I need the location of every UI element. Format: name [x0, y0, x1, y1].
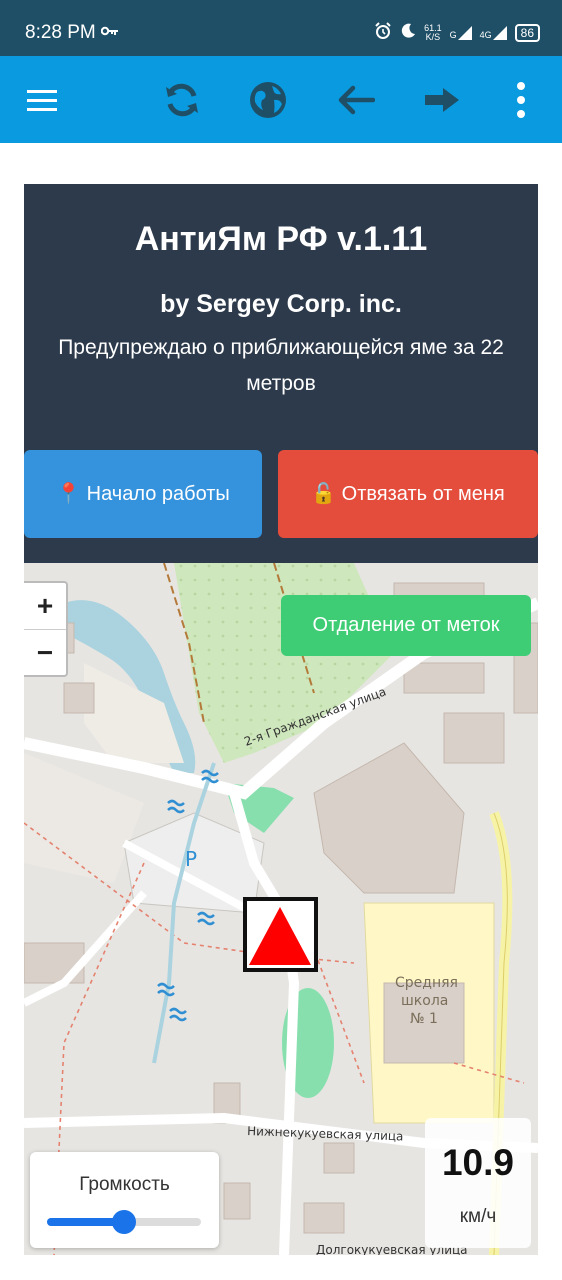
- app-title: АнтиЯм РФ v.1.11: [134, 220, 428, 258]
- refresh-icon[interactable]: [160, 78, 204, 122]
- parking-label: P: [185, 847, 197, 871]
- zoom-out-button[interactable]: −: [24, 629, 66, 675]
- app-author: by Sergey Corp. inc.: [160, 290, 402, 318]
- speed-value: 10.9: [441, 1142, 514, 1183]
- network-speed: 61.1 K/S: [424, 22, 442, 42]
- battery-icon: 86: [514, 23, 540, 42]
- key-icon: [100, 24, 119, 41]
- school-label: школа: [401, 993, 448, 1009]
- status-bar: 8:28 PM 61.1 K/S G 4G 86: [0, 0, 562, 56]
- status-icons: 61.1 K/S G 4G 86: [374, 22, 540, 43]
- warning-description: Предупреждаю о приближающейся яме за 22 …: [58, 336, 504, 395]
- more-vert-icon[interactable]: [499, 78, 543, 122]
- header-card: АнтиЯм РФ v.1.11 by Sergey Corp. inc. Пр…: [24, 184, 538, 563]
- back-arrow-icon[interactable]: [334, 78, 378, 122]
- warning-triangle-marker[interactable]: [243, 897, 318, 972]
- volume-slider-thumb[interactable]: [112, 1210, 136, 1234]
- volume-slider[interactable]: [47, 1210, 201, 1234]
- signal-icon: G: [450, 25, 472, 40]
- volume-panel: Громкость: [30, 1152, 219, 1248]
- distance-button[interactable]: Отдаление от меток: [281, 595, 531, 656]
- forward-arrow-icon[interactable]: [420, 78, 464, 122]
- zoom-control: + −: [24, 581, 68, 677]
- signal-4g-icon: 4G: [480, 25, 507, 40]
- toolbar: [0, 56, 562, 143]
- school-label: Средняя: [395, 975, 458, 991]
- status-time: 8:28 PM: [25, 22, 96, 43]
- zoom-in-button[interactable]: +: [24, 583, 66, 629]
- speed-panel: 10.9 км/ч: [425, 1118, 531, 1248]
- map-view[interactable]: 2-я Гражданская улица Нижнекукуевская ул…: [24, 563, 538, 1255]
- volume-label: Громкость: [79, 1174, 170, 1195]
- street-label: Нижнекукуевская улица: [247, 1124, 404, 1143]
- globe-icon[interactable]: [246, 78, 290, 122]
- alarm-icon: [374, 22, 392, 43]
- moon-icon: [400, 23, 416, 42]
- speed-unit: км/ч: [459, 1206, 497, 1227]
- menu-icon[interactable]: [21, 78, 65, 122]
- unbind-button[interactable]: 🔓 Отвязать от меня: [278, 450, 538, 538]
- school-label: № 1: [410, 1011, 438, 1027]
- start-button[interactable]: 📍 Начало работы: [24, 450, 262, 538]
